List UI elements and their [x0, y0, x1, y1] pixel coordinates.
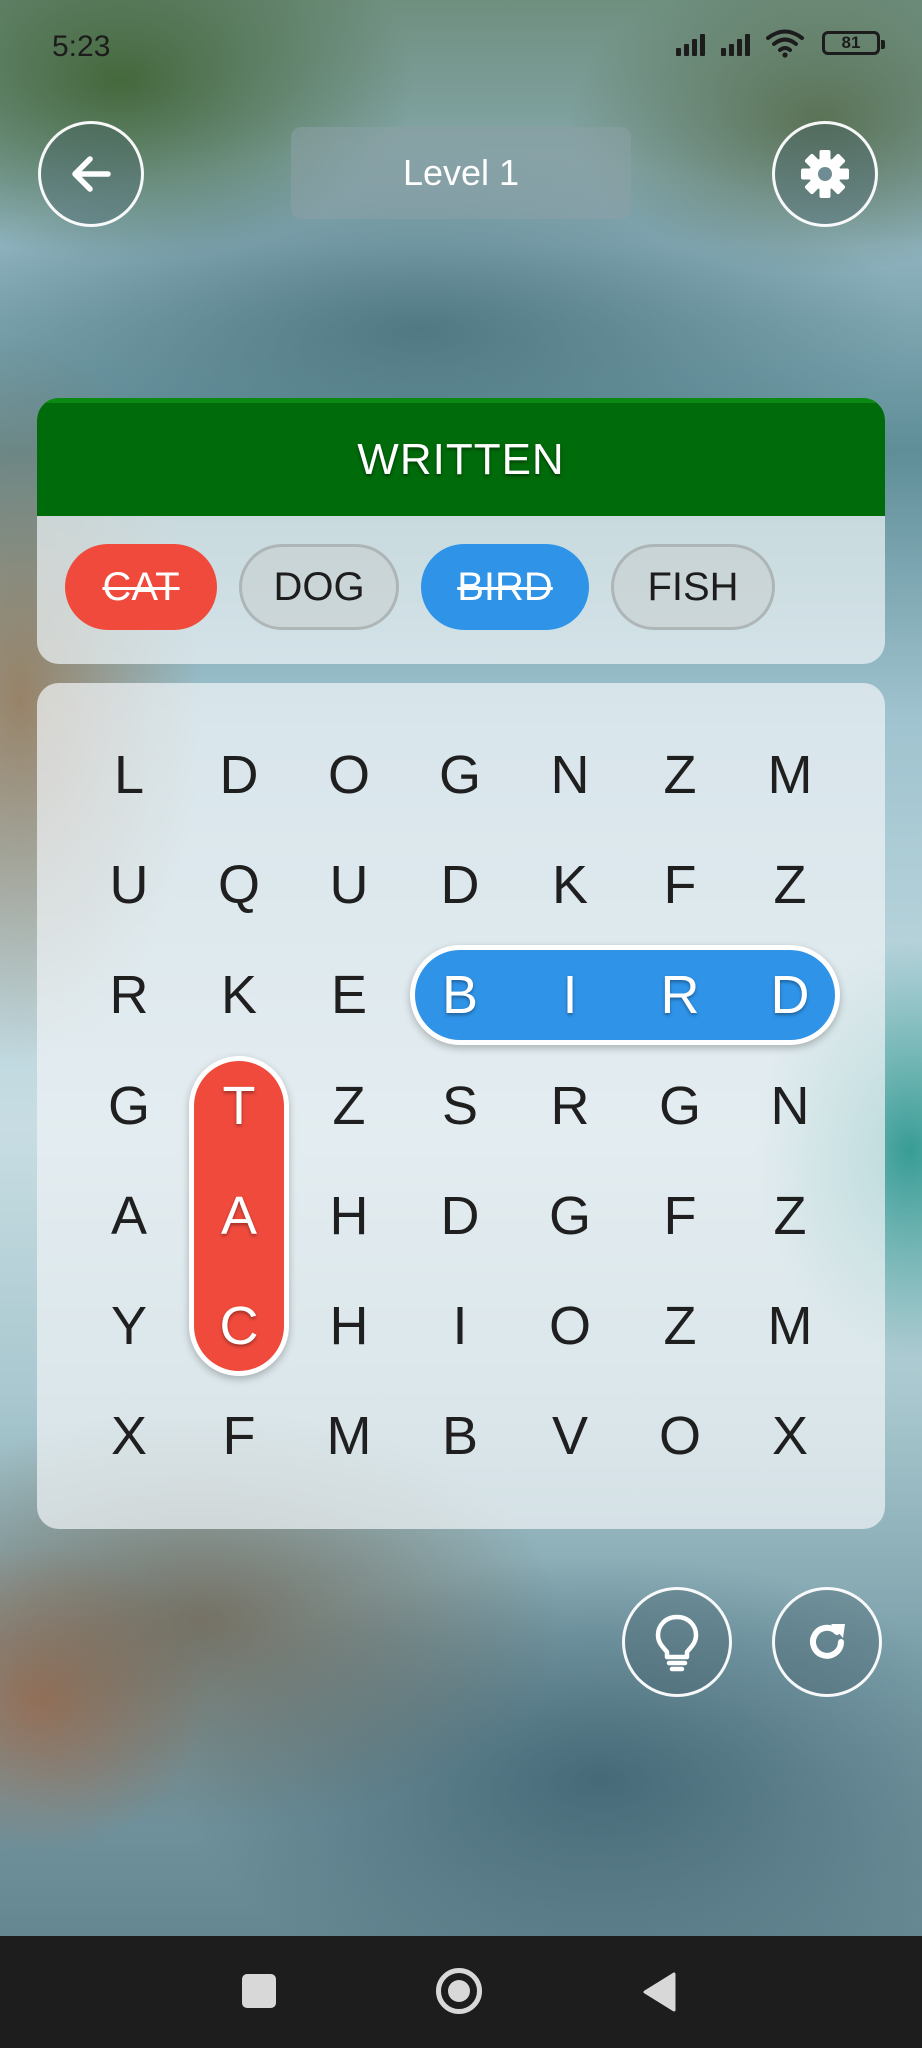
grid-cell[interactable]: K	[515, 830, 625, 940]
grid-cell[interactable]: R	[515, 1051, 625, 1161]
grid-cell[interactable]: A	[74, 1161, 184, 1271]
word-list-panel: WRITTEN CAT DOG BIRD FISH	[37, 398, 885, 664]
grid-cell[interactable]: K	[184, 940, 294, 1050]
grid-cell[interactable]: M	[294, 1381, 404, 1491]
grid-cell[interactable]: A	[184, 1161, 294, 1271]
grid-cell[interactable]: Y	[74, 1271, 184, 1381]
home-button[interactable]	[436, 1968, 482, 2014]
refresh-icon	[810, 1624, 845, 1659]
grid-cell[interactable]: G	[625, 1051, 735, 1161]
circle-icon	[448, 1980, 470, 2002]
grid-cell[interactable]: X	[735, 1381, 845, 1491]
status-time: 5:23	[52, 30, 111, 63]
word-chip-dog: DOG	[239, 544, 399, 630]
grid-cell[interactable]: S	[405, 1051, 515, 1161]
grid-cell[interactable]: M	[735, 720, 845, 830]
grid-cell[interactable]: O	[625, 1381, 735, 1491]
grid-cell[interactable]: H	[294, 1161, 404, 1271]
grid-cell[interactable]: F	[625, 1161, 735, 1271]
battery-icon: 81	[822, 31, 885, 55]
status-bar: 5:23 81	[0, 0, 922, 90]
grid-cell[interactable]: Z	[735, 830, 845, 940]
grid-cell[interactable]: Z	[625, 720, 735, 830]
grid-cell[interactable]: X	[74, 1381, 184, 1491]
signal-icon	[676, 30, 705, 56]
grid-cell[interactable]: D	[405, 1161, 515, 1271]
grid-cell[interactable]: R	[74, 940, 184, 1050]
nav-back-button[interactable]	[640, 1970, 680, 2014]
grid-cell[interactable]: F	[625, 830, 735, 940]
grid-cell[interactable]: D	[735, 940, 845, 1050]
arrow-left-icon	[72, 156, 111, 192]
grid-cell[interactable]: R	[625, 940, 735, 1050]
word-chip-cat: CAT	[65, 544, 217, 630]
level-title: Level 1	[291, 127, 631, 219]
grid-cell[interactable]: O	[515, 1271, 625, 1381]
gear-icon	[801, 150, 849, 198]
grid-cell[interactable]: G	[405, 720, 515, 830]
status-icons: 81	[676, 28, 885, 58]
signal-icon	[721, 30, 750, 56]
grid-cell[interactable]: D	[405, 830, 515, 940]
triangle-back-icon	[643, 1972, 676, 2012]
letter-grid[interactable]: LDOGNZMUQUDKFZRKEBIRDGTZSRGNAAHDGFZYCHIO…	[37, 683, 885, 1529]
grid-cell[interactable]: D	[184, 720, 294, 830]
back-button[interactable]	[38, 121, 144, 227]
grid-cell[interactable]: U	[294, 830, 404, 940]
grid-cell[interactable]: F	[184, 1381, 294, 1491]
grid-cell[interactable]: B	[405, 940, 515, 1050]
grid-cell[interactable]: G	[74, 1051, 184, 1161]
grid-cell[interactable]: N	[735, 1051, 845, 1161]
grid-cell[interactable]: M	[735, 1271, 845, 1381]
grid-cell[interactable]: I	[515, 940, 625, 1050]
grid-cell[interactable]: U	[74, 830, 184, 940]
restart-button[interactable]	[772, 1587, 882, 1697]
word-chip-bird: BIRD	[421, 544, 589, 630]
grid-cell[interactable]: I	[405, 1271, 515, 1381]
system-nav-bar	[0, 1936, 922, 2048]
lightbulb-icon	[655, 1614, 699, 1672]
grid-cell[interactable]: O	[294, 720, 404, 830]
grid-cell[interactable]: L	[74, 720, 184, 830]
grid-cell[interactable]: Z	[625, 1271, 735, 1381]
word-chip-fish: FISH	[611, 544, 775, 630]
grid-cell[interactable]: G	[515, 1161, 625, 1271]
battery-level: 81	[841, 33, 861, 52]
grid-cell[interactable]: E	[294, 940, 404, 1050]
grid-cell[interactable]: T	[184, 1051, 294, 1161]
grid-cell[interactable]: V	[515, 1381, 625, 1491]
category-title: WRITTEN	[37, 398, 885, 516]
grid-cell[interactable]: N	[515, 720, 625, 830]
wifi-icon	[766, 29, 804, 58]
grid-cell[interactable]: Z	[294, 1051, 404, 1161]
grid-cell[interactable]: H	[294, 1271, 404, 1381]
word-chips: CAT DOG BIRD FISH	[65, 544, 775, 630]
recents-button[interactable]	[242, 1974, 276, 2008]
settings-button[interactable]	[772, 121, 878, 227]
grid-cell[interactable]: Q	[184, 830, 294, 940]
grid-cell[interactable]: Z	[735, 1161, 845, 1271]
grid-cell[interactable]: C	[184, 1271, 294, 1381]
grid-cell[interactable]: B	[405, 1381, 515, 1491]
hint-button[interactable]	[622, 1587, 732, 1697]
